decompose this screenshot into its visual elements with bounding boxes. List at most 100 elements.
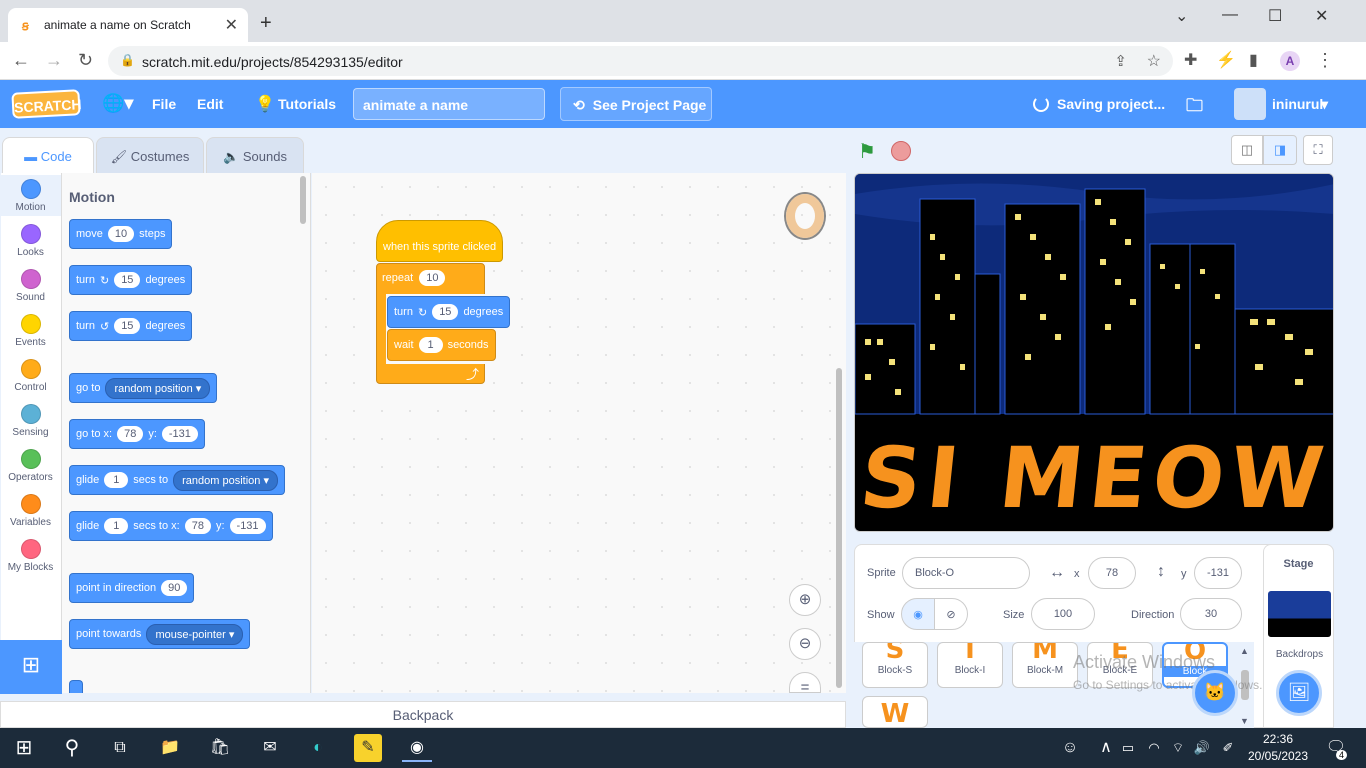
block-dropdown[interactable]: mouse-pointer ▾ [146, 623, 244, 645]
show-hidden-icon[interactable]: ⊘ [934, 598, 968, 630]
category-control[interactable]: Control [0, 359, 61, 393]
profile-avatar[interactable]: A [1280, 51, 1300, 71]
tab-search-icon[interactable]: ⌄ [1175, 6, 1188, 26]
size-input[interactable]: 100 [1031, 598, 1095, 630]
block-input[interactable]: 1 [104, 472, 129, 488]
sprite-thumbnail[interactable]: I Block-I [937, 642, 1003, 688]
tab-code[interactable]: ▬ Code [2, 137, 94, 175]
block-point-direction[interactable]: point in direction 90 [69, 573, 195, 603]
bookmark-star-icon[interactable]: ☆ [1147, 51, 1161, 71]
block-input[interactable]: 1 [104, 518, 129, 534]
block-partial-offscreen[interactable] [69, 680, 83, 693]
tab-sounds[interactable]: 🔈 Sounds [206, 137, 304, 173]
fullscreen-icon[interactable]: ⛶ [1303, 135, 1333, 165]
block-input[interactable]: 10 [419, 270, 446, 286]
block-input[interactable]: 10 [107, 226, 135, 242]
block-input[interactable]: 15 [114, 272, 141, 288]
zoom-in-icon[interactable]: ⊕ [789, 584, 821, 616]
scratch-logo[interactable]: SCRATCH [11, 89, 82, 119]
store-icon[interactable]: 🛍 [206, 734, 234, 762]
category-sound[interactable]: Sound [0, 269, 61, 303]
stage-canvas[interactable]: SI MEOW [854, 173, 1334, 532]
block-when-sprite-clicked[interactable]: when this sprite clicked [376, 220, 504, 262]
small-stage-icon[interactable]: ◫ [1231, 135, 1263, 165]
direction-input[interactable]: 30 [1180, 598, 1242, 630]
task-view-icon[interactable]: ⧉ [106, 734, 134, 762]
tab-costumes[interactable]: 🖌 Costumes [96, 137, 204, 173]
x-input[interactable]: 78 [1088, 557, 1136, 589]
sprite-name-input[interactable]: Block-O [902, 557, 1030, 589]
block-point-towards[interactable]: point towards mouse-pointer ▾ [69, 619, 251, 649]
choose-backdrop-icon[interactable]: 🖼 [1276, 670, 1322, 716]
edge-icon[interactable]: ◐ [304, 734, 332, 762]
block-input[interactable]: 90 [161, 580, 188, 596]
block-input[interactable]: 15 [114, 318, 141, 334]
people-icon[interactable]: ☺ [1056, 734, 1084, 762]
clock-time[interactable]: 22:36 [1248, 732, 1308, 746]
pen-icon[interactable]: ✐ [1214, 734, 1242, 762]
file-menu[interactable]: File [152, 96, 176, 112]
block-turn-left[interactable]: turn ↺ 15 degrees [69, 311, 193, 341]
sprite-thumbnail[interactable]: M Block-M [1012, 642, 1078, 688]
backdrop-thumbnail[interactable] [1268, 591, 1331, 637]
block-go-to[interactable]: go to random position ▾ [69, 373, 218, 403]
chrome-icon[interactable]: ◉ [402, 734, 432, 762]
project-title-input[interactable]: animate a name [353, 88, 545, 120]
reload-icon[interactable]: ↻ [78, 50, 93, 71]
minimize-button[interactable]: — [1222, 6, 1238, 24]
block-turn-script[interactable]: turn ↻ 15 degrees [387, 296, 511, 328]
browser-menu-icon[interactable]: ⋮ [1316, 50, 1334, 71]
backpack-bar[interactable]: Backpack [0, 701, 846, 728]
block-input[interactable]: 1 [418, 337, 443, 353]
block-input[interactable]: 15 [432, 304, 459, 320]
stop-icon[interactable] [891, 141, 911, 161]
back-icon[interactable]: ← [12, 50, 30, 71]
script-scrollbar[interactable] [836, 368, 842, 688]
palette-scrollbar[interactable] [300, 176, 306, 224]
add-extension-button[interactable]: ⊞ [0, 640, 62, 694]
battery-icon[interactable]: ▭ [1114, 734, 1142, 762]
y-input[interactable]: -131 [1194, 557, 1242, 589]
block-wait[interactable]: wait 1 seconds [387, 329, 496, 361]
block-glide-to[interactable]: glide 1 secs to random position ▾ [69, 465, 285, 495]
account-dropdown-icon[interactable]: ▾ [1321, 96, 1328, 113]
language-globe-icon[interactable]: 🌐▾ [102, 93, 133, 114]
performance-icon[interactable]: ⚡ [1216, 50, 1236, 70]
new-tab-button[interactable]: + [260, 12, 272, 35]
block-glide-xy[interactable]: glide 1 secs to x: 78 y: -131 [69, 511, 273, 541]
side-panel-icon[interactable]: ▮ [1249, 50, 1258, 70]
block-dropdown[interactable]: random position ▾ [173, 469, 278, 491]
file-explorer-icon[interactable]: 📁 [156, 734, 184, 762]
share-icon[interactable]: ⇪ [1114, 52, 1127, 70]
scroll-down-icon[interactable]: ▼ [1240, 716, 1249, 726]
sprite-thumbnail[interactable]: S Block-S [862, 642, 928, 688]
sticky-notes-icon[interactable]: ✎ [354, 734, 382, 762]
windows-start-icon[interactable]: ⊞ [10, 734, 38, 762]
url-field[interactable]: 🔒 scratch.mit.edu/projects/854293135/edi… [108, 46, 1173, 76]
category-sensing[interactable]: Sensing [0, 404, 61, 438]
normal-stage-icon[interactable]: ◨ [1263, 135, 1297, 165]
block-dropdown[interactable]: random position ▾ [105, 377, 211, 399]
block-input[interactable]: -131 [161, 426, 198, 442]
my-stuff-folder-icon[interactable]: 🗀 [1186, 93, 1203, 122]
user-avatar[interactable] [1234, 88, 1266, 120]
forward-icon[interactable]: → [45, 50, 63, 71]
category-my-blocks[interactable]: My Blocks [0, 539, 61, 573]
category-motion[interactable]: Motion [0, 179, 61, 213]
show-visible-icon[interactable]: ◉ [901, 598, 935, 630]
category-events[interactable]: Events [0, 314, 61, 348]
block-input[interactable]: 78 [184, 518, 211, 534]
block-go-to-xy[interactable]: go to x: 78 y: -131 [69, 419, 205, 449]
zoom-out-icon[interactable]: ⊖ [789, 628, 821, 660]
username[interactable]: ininurul [1272, 96, 1323, 112]
maximize-button[interactable]: ☐ [1268, 6, 1282, 26]
sprite-thumbnail[interactable]: W [862, 696, 928, 728]
browser-tab[interactable]: ꞩ animate a name on Scratch ✕ [8, 8, 248, 42]
extensions-icon[interactable]: ✚ [1184, 50, 1197, 70]
tutorials-menu[interactable]: Tutorials [278, 96, 336, 112]
search-icon[interactable]: ⚲ [58, 734, 86, 762]
clock-date[interactable]: 20/05/2023 [1246, 749, 1310, 763]
category-variables[interactable]: Variables [0, 494, 61, 528]
category-looks[interactable]: Looks [0, 224, 61, 258]
block-move-steps[interactable]: move 10 steps [69, 219, 173, 249]
